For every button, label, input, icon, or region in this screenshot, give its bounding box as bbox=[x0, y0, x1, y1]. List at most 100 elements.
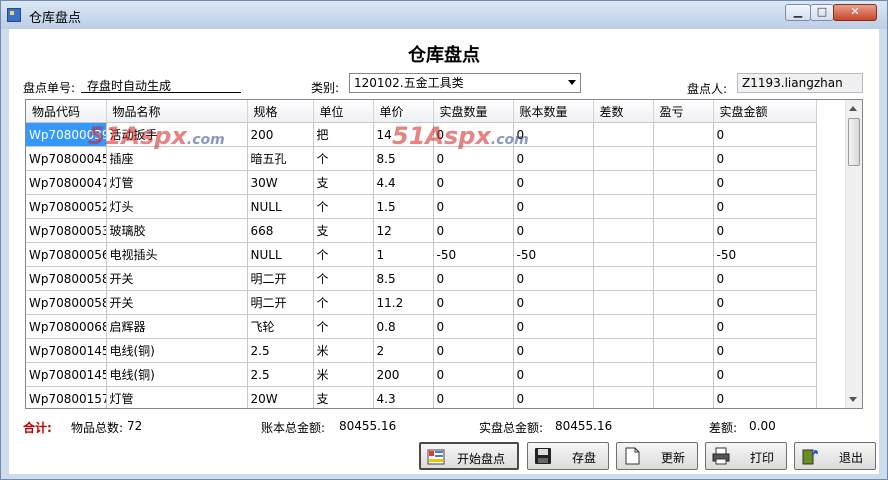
table-row[interactable]: Wp70800039 活动扳手 200 把 14 0 0 0 bbox=[26, 122, 817, 147]
cell-profit-loss[interactable] bbox=[653, 290, 714, 315]
cell-actual-qty[interactable]: 0 bbox=[433, 146, 514, 171]
cell-item-name[interactable]: 电线(铜) bbox=[106, 362, 248, 387]
column-header-book-qty[interactable]: 账本数量 bbox=[513, 100, 594, 123]
close-button[interactable]: ✕ bbox=[833, 4, 877, 21]
scroll-down-arrow-icon[interactable] bbox=[849, 397, 857, 402]
cell-spec[interactable]: 2.5 bbox=[247, 362, 314, 387]
table-row[interactable]: Wp70800053 玻璃胶 668 支 12 0 0 0 bbox=[26, 218, 817, 243]
cell-actual-qty[interactable]: 0 bbox=[433, 194, 514, 219]
cell-item-code[interactable]: Wp70800039 bbox=[26, 122, 107, 147]
cell-book-qty[interactable]: 0 bbox=[513, 146, 594, 171]
column-header-unit-price[interactable]: 单价 bbox=[373, 100, 434, 123]
cell-item-code[interactable]: Wp70800058 bbox=[26, 266, 107, 291]
vertical-scrollbar[interactable] bbox=[845, 100, 862, 408]
table-row[interactable]: Wp70800056 电视插头 NULL 个 1 -50 -50 -50 bbox=[26, 242, 817, 267]
cell-item-code[interactable]: Wp70800047 bbox=[26, 170, 107, 195]
cell-actual-qty[interactable]: -50 bbox=[433, 242, 514, 267]
table-row[interactable]: Wp70800058 开关 明二开个 11.2 0 0 0 bbox=[26, 290, 817, 315]
column-header-actual-qty[interactable]: 实盘数量 bbox=[433, 100, 514, 123]
cell-difference[interactable] bbox=[593, 266, 654, 291]
cell-actual-qty[interactable]: 0 bbox=[433, 218, 514, 243]
column-header-item-code[interactable]: 物品代码 bbox=[26, 100, 107, 123]
cell-item-code[interactable]: Wp70800068 bbox=[26, 314, 107, 339]
cell-item-name[interactable]: 开关 bbox=[106, 290, 248, 315]
cell-actual-amount[interactable]: 0 bbox=[713, 290, 817, 315]
cell-book-qty[interactable]: 0 bbox=[513, 290, 594, 315]
cell-unit-price[interactable]: 4.3 bbox=[373, 386, 434, 408]
cell-item-name[interactable]: 灯管 bbox=[106, 170, 248, 195]
cell-book-qty[interactable]: 0 bbox=[513, 170, 594, 195]
cell-difference[interactable] bbox=[593, 194, 654, 219]
maximize-button[interactable]: □ bbox=[810, 4, 834, 21]
cell-actual-qty[interactable]: 0 bbox=[433, 386, 514, 408]
cell-item-name[interactable]: 电线(铜) bbox=[106, 338, 248, 363]
column-header-unit[interactable]: 单位 bbox=[313, 100, 374, 123]
cell-actual-qty[interactable]: 0 bbox=[433, 362, 514, 387]
inventory-grid[interactable]: 物品代码 物品名称 规格 单位 单价 实盘数量 账本数量 差数 盈亏 实盘金额 bbox=[25, 99, 863, 409]
start-count-button[interactable]: 开始盘点 bbox=[419, 442, 519, 470]
cell-item-name[interactable]: 活动扳手 bbox=[106, 122, 248, 147]
cell-profit-loss[interactable] bbox=[653, 386, 714, 408]
cell-unit[interactable]: 支 bbox=[313, 218, 374, 243]
cell-item-name[interactable]: 灯头 bbox=[106, 194, 248, 219]
cell-spec[interactable]: NULL bbox=[247, 242, 314, 267]
column-header-spec[interactable]: 规格 bbox=[247, 100, 314, 123]
cell-actual-amount[interactable]: 0 bbox=[713, 146, 817, 171]
cell-difference[interactable] bbox=[593, 338, 654, 363]
cell-difference[interactable] bbox=[593, 290, 654, 315]
scroll-up-arrow-icon[interactable] bbox=[849, 106, 857, 111]
cell-unit-price[interactable]: 0.8 bbox=[373, 314, 434, 339]
table-row[interactable]: Wp70800157 灯管 20W 支 4.3 0 0 0 bbox=[26, 386, 817, 408]
cell-difference[interactable] bbox=[593, 146, 654, 171]
cell-book-qty[interactable]: 0 bbox=[513, 338, 594, 363]
cell-item-code[interactable]: Wp70800145 bbox=[26, 338, 107, 363]
cell-item-name[interactable]: 插座 bbox=[106, 146, 248, 171]
cell-unit-price[interactable]: 8.5 bbox=[373, 266, 434, 291]
cell-spec[interactable]: NULL bbox=[247, 194, 314, 219]
cell-actual-amount[interactable]: -50 bbox=[713, 242, 817, 267]
cell-unit[interactable]: 个 bbox=[313, 146, 374, 171]
cell-unit[interactable]: 个 bbox=[313, 266, 374, 291]
cell-actual-qty[interactable]: 0 bbox=[433, 290, 514, 315]
cell-profit-loss[interactable] bbox=[653, 362, 714, 387]
cell-profit-loss[interactable] bbox=[653, 242, 714, 267]
cell-unit-price[interactable]: 1.5 bbox=[373, 194, 434, 219]
save-button[interactable]: 存盘 bbox=[527, 442, 609, 470]
cell-spec[interactable]: 明二开 bbox=[247, 290, 314, 315]
cell-item-name[interactable]: 电视插头 bbox=[106, 242, 248, 267]
cell-spec[interactable]: 20W bbox=[247, 386, 314, 408]
cell-spec[interactable]: 2.5 bbox=[247, 338, 314, 363]
cell-difference[interactable] bbox=[593, 218, 654, 243]
scroll-thumb[interactable] bbox=[848, 118, 860, 166]
cell-unit[interactable]: 米 bbox=[313, 338, 374, 363]
cell-actual-amount[interactable]: 0 bbox=[713, 194, 817, 219]
cell-difference[interactable] bbox=[593, 122, 654, 147]
column-header-actual-amount[interactable]: 实盘金额 bbox=[713, 100, 817, 123]
cell-actual-amount[interactable]: 0 bbox=[713, 314, 817, 339]
cell-book-qty[interactable]: 0 bbox=[513, 314, 594, 339]
table-row[interactable]: Wp70800145 电线(铜) 2.5 米 2 0 0 0 bbox=[26, 338, 817, 363]
category-select[interactable]: 120102.五金工具类 bbox=[349, 73, 581, 93]
cell-difference[interactable] bbox=[593, 170, 654, 195]
cell-item-name[interactable]: 开关 bbox=[106, 266, 248, 291]
table-row[interactable]: Wp70800047 灯管 30W 支 4.4 0 0 0 bbox=[26, 170, 817, 195]
cell-profit-loss[interactable] bbox=[653, 146, 714, 171]
cell-unit-price[interactable]: 200 bbox=[373, 362, 434, 387]
table-row[interactable]: Wp70800058 开关 明二开个 8.5 0 0 0 bbox=[26, 266, 817, 291]
cell-difference[interactable] bbox=[593, 386, 654, 408]
cell-spec[interactable]: 200 bbox=[247, 122, 314, 147]
cell-book-qty[interactable]: 0 bbox=[513, 266, 594, 291]
column-header-profit-loss[interactable]: 盈亏 bbox=[653, 100, 714, 123]
cell-book-qty[interactable]: -50 bbox=[513, 242, 594, 267]
cell-unit-price[interactable]: 4.4 bbox=[373, 170, 434, 195]
cell-profit-loss[interactable] bbox=[653, 194, 714, 219]
cell-unit[interactable]: 支 bbox=[313, 386, 374, 408]
cell-unit-price[interactable]: 12 bbox=[373, 218, 434, 243]
cell-spec[interactable]: 668 bbox=[247, 218, 314, 243]
cell-actual-amount[interactable]: 0 bbox=[713, 218, 817, 243]
cell-profit-loss[interactable] bbox=[653, 338, 714, 363]
cell-item-code[interactable]: Wp70800058 bbox=[26, 290, 107, 315]
update-button[interactable]: 更新 bbox=[616, 442, 698, 470]
cell-item-code[interactable]: Wp70800052 bbox=[26, 194, 107, 219]
cell-book-qty[interactable]: 0 bbox=[513, 194, 594, 219]
